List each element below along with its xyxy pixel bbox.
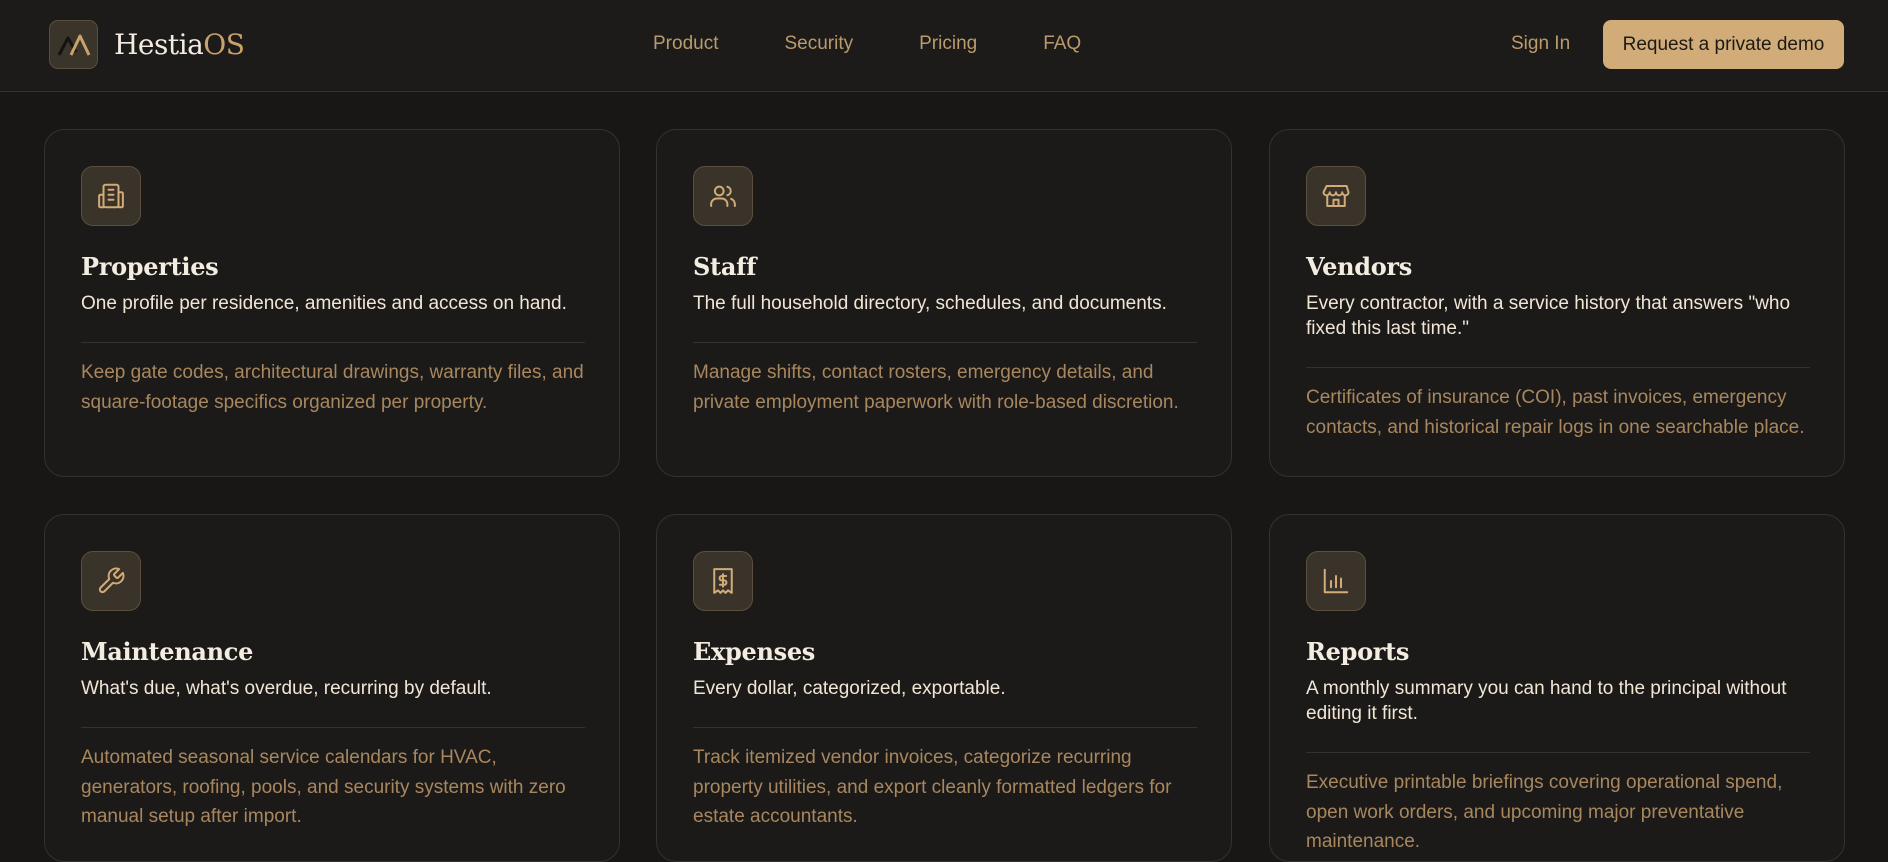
card-description: Track itemized vendor invoices, categori…	[693, 747, 1172, 827]
nav-link-security[interactable]: Security	[784, 30, 853, 58]
top-navigation-bar: HestiaOS Product Security Pricing FAQ Si…	[0, 0, 1888, 92]
card-title: Maintenance	[81, 637, 254, 666]
card-title: Expenses	[693, 637, 815, 666]
card-subtitle: One profile per residence, amenities and…	[81, 293, 567, 314]
brand-name: HestiaOS	[114, 28, 245, 61]
card-subtitle: What's due, what's overdue, recurring by…	[81, 678, 492, 699]
card-divider	[81, 727, 585, 728]
card-divider	[693, 342, 1197, 343]
brand[interactable]: HestiaOS	[49, 20, 245, 69]
feature-card-reports: Reports A monthly summary you can hand t…	[1269, 514, 1845, 862]
nav-link-pricing[interactable]: Pricing	[919, 30, 977, 58]
brand-name-main: Hestia	[114, 28, 204, 61]
bar-chart-icon	[1306, 551, 1366, 611]
receipt-dollar-icon	[693, 551, 753, 611]
wrench-icon	[81, 551, 141, 611]
mountain-logo-icon	[49, 20, 98, 69]
feature-card-staff: Staff The full household directory, sche…	[656, 129, 1232, 477]
nav-link-product[interactable]: Product	[653, 30, 718, 58]
feature-card-expenses: Expenses Every dollar, categorized, expo…	[656, 514, 1232, 862]
request-demo-button[interactable]: Request a private demo	[1603, 20, 1844, 69]
people-icon	[693, 166, 753, 226]
card-subtitle: Every dollar, categorized, exportable.	[693, 678, 1006, 699]
card-description: Keep gate codes, architectural drawings,…	[81, 362, 584, 413]
card-subtitle: The full household directory, schedules,…	[693, 293, 1167, 314]
feature-card-maintenance: Maintenance What's due, what's overdue, …	[44, 514, 620, 862]
card-title: Staff	[693, 252, 757, 281]
card-divider	[693, 727, 1197, 728]
card-title: Reports	[1306, 637, 1410, 666]
primary-nav: Product Security Pricing FAQ	[653, 30, 1147, 58]
feature-card-vendors: Vendors Every contractor, with a service…	[1269, 129, 1845, 477]
card-divider	[1306, 752, 1810, 753]
card-subtitle: Every contractor, with a service history…	[1306, 293, 1791, 339]
card-description: Automated seasonal service calendars for…	[81, 747, 566, 827]
brand-name-accent: OS	[203, 28, 245, 61]
nav-link-faq[interactable]: FAQ	[1043, 30, 1081, 58]
card-title: Vendors	[1306, 252, 1412, 281]
card-description: Certificates of insurance (COI), past in…	[1306, 387, 1805, 438]
store-icon	[1306, 166, 1366, 226]
card-divider	[1306, 367, 1810, 368]
card-description: Manage shifts, contact rosters, emergenc…	[693, 362, 1179, 413]
card-description: Executive printable briefings covering o…	[1306, 772, 1783, 852]
feature-card-properties: Properties One profile per residence, am…	[44, 129, 620, 477]
sign-in-link[interactable]: Sign In	[1511, 30, 1570, 58]
building-icon	[81, 166, 141, 226]
card-divider	[81, 342, 585, 343]
card-title: Properties	[81, 252, 219, 281]
card-subtitle: A monthly summary you can hand to the pr…	[1306, 678, 1787, 724]
